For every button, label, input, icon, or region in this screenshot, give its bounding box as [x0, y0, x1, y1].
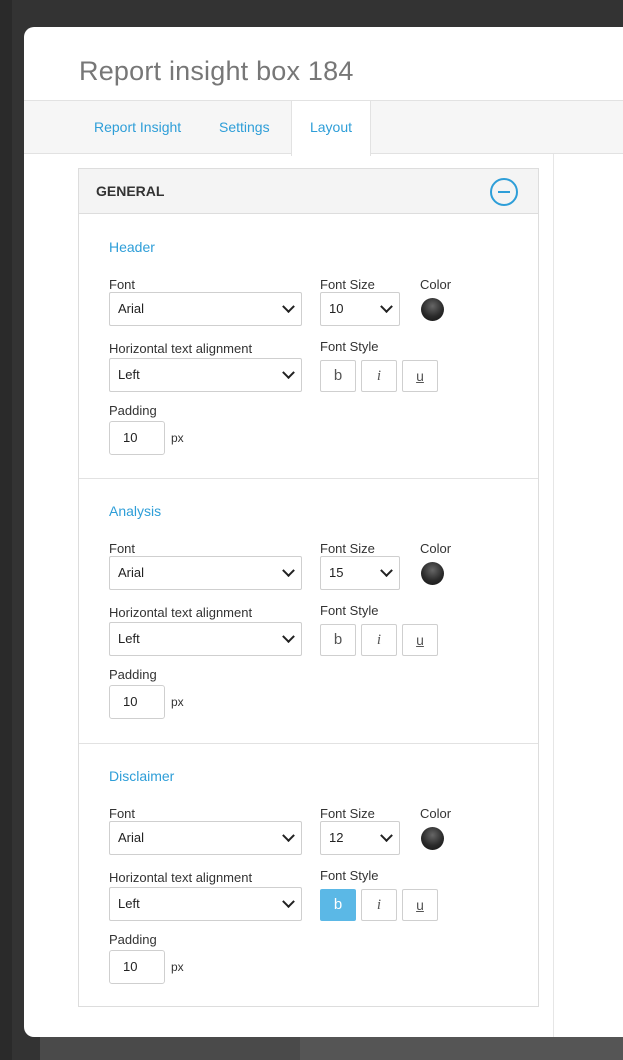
font-label: Font [109, 806, 136, 821]
chevron-down-icon [380, 300, 393, 314]
font-select-value: Arial [118, 301, 145, 316]
underline-button[interactable]: u [402, 889, 438, 921]
tab-layout[interactable]: Layout [291, 101, 371, 156]
underline-icon: u [416, 632, 424, 648]
color-picker-swatch[interactable] [421, 562, 444, 585]
chevron-down-icon [380, 564, 393, 578]
bold-icon: b [333, 367, 343, 384]
bold-icon: b [333, 896, 343, 913]
chevron-down-icon [282, 564, 295, 578]
font-select[interactable]: Arial [109, 292, 302, 326]
chevron-down-icon [282, 300, 295, 314]
font-size-value: 15 [329, 565, 344, 580]
color-label: Color [420, 806, 452, 821]
backdrop-left-strip [0, 0, 12, 1060]
font-select[interactable]: Arial [109, 821, 302, 855]
font-size-label: Font Size [320, 277, 375, 292]
bold-button[interactable]: b [320, 889, 356, 921]
general-panel-title: GENERAL [96, 183, 165, 199]
padding-unit: px [171, 431, 184, 445]
font-select-value: Arial [118, 830, 145, 845]
chevron-down-icon [282, 366, 295, 380]
underline-button[interactable]: u [402, 360, 438, 392]
alignment-select[interactable]: Left [109, 622, 302, 656]
font-size-select[interactable]: 15 [320, 556, 400, 590]
bold-icon: b [333, 631, 343, 648]
underline-button[interactable]: u [402, 624, 438, 656]
padding-input[interactable]: 10 [109, 950, 165, 984]
underline-icon: u [416, 897, 424, 913]
alignment-select[interactable]: Left [109, 358, 302, 392]
italic-button[interactable]: i [361, 624, 397, 656]
section-title: Analysis [109, 503, 162, 519]
font-style-label: Font Style [320, 868, 379, 883]
padding-input[interactable]: 10 [109, 685, 165, 719]
font-size-select[interactable]: 12 [320, 821, 400, 855]
section-title: Disclaimer [109, 768, 175, 784]
report-insight-modal: Report insight box 184 Report Insight Se… [24, 27, 623, 1037]
font-select[interactable]: Arial [109, 556, 302, 590]
color-picker-swatch[interactable] [421, 298, 444, 321]
italic-button[interactable]: i [361, 360, 397, 392]
font-size-select[interactable]: 10 [320, 292, 400, 326]
chevron-down-icon [380, 829, 393, 843]
italic-icon: i [376, 368, 382, 384]
font-label: Font [109, 277, 136, 292]
alignment-label: Horizontal text alignment [109, 870, 253, 885]
collapse-minus-icon[interactable] [490, 178, 518, 206]
font-select-value: Arial [118, 565, 145, 580]
bold-button[interactable]: b [320, 624, 356, 656]
pane-divider [553, 154, 554, 1037]
bold-button[interactable]: b [320, 360, 356, 392]
alignment-label: Horizontal text alignment [109, 605, 253, 620]
italic-icon: i [376, 632, 382, 648]
padding-unit: px [171, 695, 184, 709]
font-size-value: 10 [329, 301, 344, 316]
italic-icon: i [376, 897, 382, 913]
general-panel-header: GENERAL [79, 169, 538, 214]
chevron-down-icon [282, 630, 295, 644]
tab-report-insight[interactable]: Report Insight [94, 101, 181, 154]
font-style-label: Font Style [320, 603, 379, 618]
header-section: Header Font Font Size Color Arial 10 Hor… [79, 215, 538, 478]
color-label: Color [420, 277, 452, 292]
italic-button[interactable]: i [361, 889, 397, 921]
font-size-value: 12 [329, 830, 344, 845]
color-picker-swatch[interactable] [421, 827, 444, 850]
underline-icon: u [416, 368, 424, 384]
analysis-section: Analysis Font Font Size Color Arial 15 H… [79, 479, 538, 743]
modal-title: Report insight box 184 [79, 56, 354, 86]
padding-unit: px [171, 960, 184, 974]
font-label: Font [109, 541, 136, 556]
alignment-value: Left [118, 367, 140, 382]
padding-label: Padding [109, 932, 157, 947]
alignment-value: Left [118, 631, 140, 646]
section-title: Header [109, 239, 155, 255]
font-size-label: Font Size [320, 806, 375, 821]
font-style-label: Font Style [320, 339, 379, 354]
padding-label: Padding [109, 667, 157, 682]
padding-input[interactable]: 10 [109, 421, 165, 455]
general-panel: GENERAL Header Font Font Size Color Aria… [78, 168, 539, 1007]
disclaimer-section: Disclaimer Font Font Size Color Arial 12… [79, 744, 538, 1006]
alignment-select[interactable]: Left [109, 887, 302, 921]
font-size-label: Font Size [320, 541, 375, 556]
padding-label: Padding [109, 403, 157, 418]
chevron-down-icon [282, 829, 295, 843]
tab-settings[interactable]: Settings [219, 101, 270, 154]
alignment-value: Left [118, 896, 140, 911]
chevron-down-icon [282, 895, 295, 909]
alignment-label: Horizontal text alignment [109, 341, 253, 356]
backdrop-drop-zone [300, 1036, 623, 1060]
color-label: Color [420, 541, 452, 556]
tab-bar: Report Insight Settings Layout [24, 100, 623, 156]
